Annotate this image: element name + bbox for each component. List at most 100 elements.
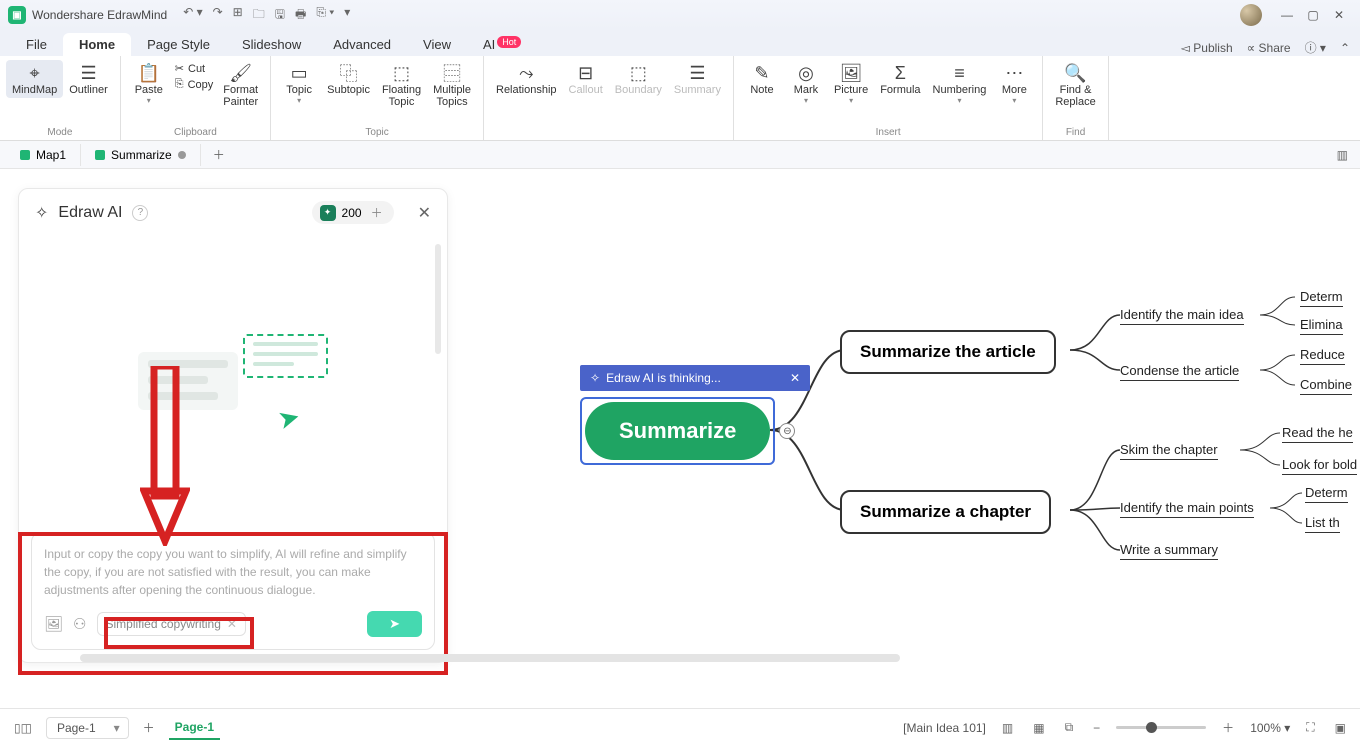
boundary-button[interactable]: ⬚Boundary <box>609 60 668 98</box>
tab-file[interactable]: File <box>10 33 63 56</box>
node-identify-main-points[interactable]: Identify the main points <box>1120 500 1254 518</box>
mark-button[interactable]: ◎Mark▾ <box>784 60 828 107</box>
main-idea-status: [Main Idea 101] <box>903 721 986 735</box>
zoom-out-button[interactable]: − <box>1089 719 1104 737</box>
collapse-ribbon-button[interactable]: ⌃ <box>1340 41 1350 55</box>
ai-close-button[interactable]: ✕ <box>418 203 431 223</box>
doctab-summarize[interactable]: Summarize <box>81 144 201 166</box>
topic-button[interactable]: ▭Topic▾ <box>277 60 321 107</box>
app-logo: ▣ <box>8 6 26 24</box>
picture-button[interactable]: 🖼Picture▾ <box>828 60 874 107</box>
fullscreen-button[interactable]: ⛶ <box>1302 718 1318 737</box>
tab-view[interactable]: View <box>407 33 467 56</box>
current-page-label[interactable]: Page-1 <box>169 716 220 740</box>
view-3-button[interactable]: ⧉ <box>1061 718 1078 737</box>
floating-topic-button[interactable]: ⬚Floating Topic <box>376 60 427 110</box>
subtopic-button[interactable]: ⿻Subtopic <box>321 60 376 98</box>
outline-toggle-button[interactable]: ▯◫ <box>10 719 36 737</box>
thinking-close-button[interactable]: ✕ <box>790 371 800 385</box>
print-button[interactable]: 🖶 <box>295 5 306 26</box>
fit-button[interactable]: ▣ <box>1331 719 1350 737</box>
ai-tokens: ✦ 200 ＋ <box>312 201 394 224</box>
node-summarize-article[interactable]: Summarize the article <box>840 330 1056 374</box>
node-leaf-4[interactable]: Combine <box>1300 377 1352 395</box>
minimize-button[interactable]: — <box>1274 8 1300 22</box>
tab-slideshow[interactable]: Slideshow <box>226 33 317 56</box>
page-selector[interactable]: Page-1 <box>46 717 129 739</box>
token-count: 200 <box>342 206 362 220</box>
publish-button[interactable]: ◅ Publish <box>1181 41 1233 55</box>
note-button[interactable]: ✎Note <box>740 60 784 98</box>
export-button[interactable]: ⎘ ▾ <box>316 5 334 26</box>
annotation-arrow <box>140 366 190 546</box>
view-1-button[interactable]: ▥ <box>998 719 1017 737</box>
ai-help-button[interactable]: ? <box>132 205 148 221</box>
view-2-button[interactable]: ▦ <box>1029 719 1048 737</box>
tab-page-style[interactable]: Page Style <box>131 33 226 56</box>
more-insert-button[interactable]: ⋯More▾ <box>992 60 1036 107</box>
annotation-rect-chip <box>104 617 254 649</box>
horizontal-scrollbar[interactable] <box>70 654 1348 664</box>
formula-button[interactable]: ΣFormula <box>874 60 926 98</box>
unsaved-indicator <box>178 151 186 159</box>
zoom-in-button[interactable]: ＋ <box>1218 717 1238 738</box>
tab-ai[interactable]: AIHot <box>467 33 537 56</box>
numbering-button[interactable]: ≡Numbering▾ <box>927 60 993 107</box>
redo-button[interactable]: ↷ <box>213 5 223 26</box>
ai-thinking-banner: ✧ Edraw AI is thinking... ✕ <box>580 365 810 391</box>
paste-button[interactable]: 📋Paste▾ <box>127 60 171 107</box>
mindmap-mode-button[interactable]: ⌖MindMap <box>6 60 63 98</box>
node-leaf-6[interactable]: Look for bold <box>1282 457 1357 475</box>
doctab-map1[interactable]: Map1 <box>6 144 81 166</box>
hot-badge: Hot <box>497 36 521 48</box>
app-name: Wondershare EdrawMind <box>32 8 167 22</box>
collapse-button[interactable]: ⊖ <box>779 423 795 439</box>
node-leaf-3[interactable]: Reduce <box>1300 347 1345 365</box>
ai-scrollbar[interactable] <box>435 244 441 354</box>
maximize-button[interactable]: ▢ <box>1300 8 1326 22</box>
menubar: File Home Page Style Slideshow Advanced … <box>0 30 1360 56</box>
ai-sparkle-icon: ✧ <box>590 371 600 385</box>
add-tab-button[interactable]: ＋ <box>201 146 237 163</box>
node-leaf-2[interactable]: Elimina <box>1300 317 1343 335</box>
node-summarize-chapter[interactable]: Summarize a chapter <box>840 490 1051 534</box>
node-root[interactable]: Summarize ⊖ <box>580 397 775 465</box>
tab-home[interactable]: Home <box>63 33 131 56</box>
copy-button[interactable]: ⎘Copy <box>175 78 214 91</box>
add-page-button[interactable]: ＋ <box>139 717 159 738</box>
more-qa-button[interactable]: ▾ <box>344 5 350 26</box>
node-leaf-5[interactable]: Read the he <box>1282 425 1353 443</box>
node-leaf-7[interactable]: Determ <box>1305 485 1348 503</box>
close-button[interactable]: ✕ <box>1326 8 1352 22</box>
find-replace-button[interactable]: 🔍Find & Replace <box>1049 60 1101 110</box>
canvas[interactable]: ✧ Edraw AI ? ✦ 200 ＋ ✕ ➤ Input or copy t… <box>0 170 1360 708</box>
statusbar: ▯◫ Page-1 ＋ Page-1 [Main Idea 101] ▥ ▦ ⧉… <box>0 708 1360 746</box>
outliner-mode-button[interactable]: ☰Outliner <box>63 60 114 98</box>
help-button[interactable]: ⓘ ▾ <box>1305 39 1326 56</box>
new-button[interactable]: ⊞ <box>233 5 243 26</box>
summary-button[interactable]: ☰Summary <box>668 60 727 98</box>
callout-button[interactable]: ⊟Callout <box>563 60 609 98</box>
titlebar: ▣ Wondershare EdrawMind ↶ ▾ ↷ ⊞ 🗀 🖫 🖶 ⎘ … <box>0 0 1360 30</box>
format-painter-button[interactable]: 🖌Format Painter <box>217 60 264 110</box>
panel-toggle-button[interactable]: ▥ <box>1325 148 1360 162</box>
node-skim-chapter[interactable]: Skim the chapter <box>1120 442 1218 460</box>
node-leaf-8[interactable]: List th <box>1305 515 1340 533</box>
user-avatar[interactable] <box>1240 4 1262 26</box>
ai-panel-title: Edraw AI <box>58 204 122 222</box>
node-leaf-1[interactable]: Determ <box>1300 289 1343 307</box>
share-button[interactable]: ∝ Share <box>1247 41 1291 55</box>
node-identify-main-idea[interactable]: Identify the main idea <box>1120 307 1244 325</box>
open-button[interactable]: 🗀 <box>253 5 265 26</box>
undo-button[interactable]: ↶ ▾ <box>183 5 202 26</box>
zoom-slider[interactable] <box>1116 726 1206 729</box>
add-tokens-button[interactable]: ＋ <box>368 204 386 221</box>
cut-button[interactable]: ✂Cut <box>175 62 214 75</box>
zoom-value[interactable]: 100% ▾ <box>1250 721 1290 735</box>
node-condense-article[interactable]: Condense the article <box>1120 363 1239 381</box>
relationship-button[interactable]: ⤳Relationship <box>490 60 563 98</box>
node-write-summary[interactable]: Write a summary <box>1120 542 1218 560</box>
multiple-topics-button[interactable]: ⿳Multiple Topics <box>427 60 477 110</box>
tab-advanced[interactable]: Advanced <box>317 33 407 56</box>
save-button[interactable]: 🖫 <box>275 5 285 26</box>
